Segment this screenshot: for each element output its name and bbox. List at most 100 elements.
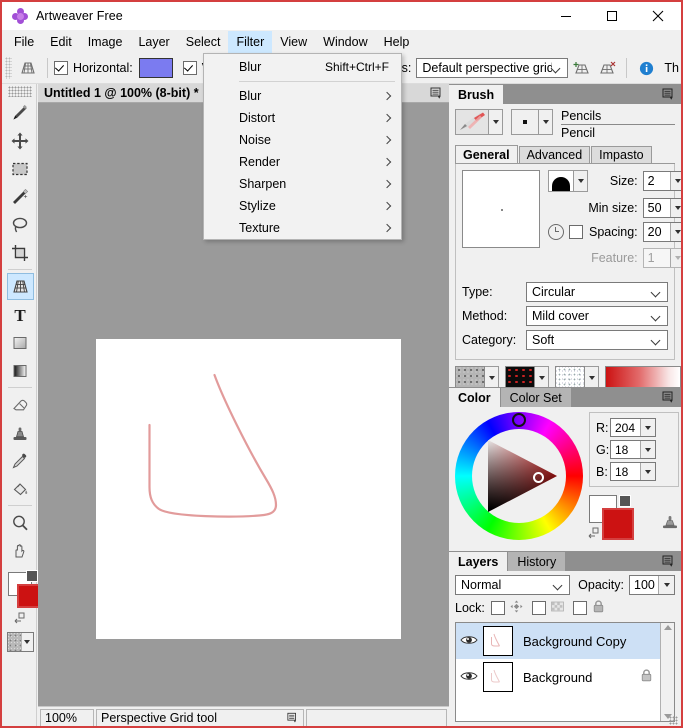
size-input[interactable]: 2	[642, 171, 681, 191]
layer-visibility-icon[interactable]	[460, 670, 478, 684]
presets-select[interactable]: Default perspective grid	[416, 58, 569, 78]
layer-list[interactable]: Background Copy Background	[455, 622, 675, 722]
paint-bucket-tool[interactable]	[7, 475, 34, 502]
tab-color[interactable]: Color	[449, 388, 500, 407]
tool-palette-grip[interactable]	[8, 86, 32, 97]
brush-shape-selector[interactable]	[548, 170, 588, 192]
panel-menu-icon[interactable]	[430, 87, 444, 100]
tab-brush[interactable]: Brush	[449, 85, 504, 104]
horizontal-option[interactable]: Horizontal:	[54, 58, 173, 78]
green-input[interactable]: 18	[610, 440, 656, 459]
lock-transparency-toggle[interactable]	[490, 601, 505, 615]
menu-layer[interactable]: Layer	[130, 31, 177, 53]
horizontal-checkbox[interactable]	[54, 61, 68, 75]
menu-help[interactable]: Help	[376, 31, 418, 53]
red-input[interactable]: 204	[610, 418, 656, 437]
menu-item-noise[interactable]: Noise	[204, 129, 401, 151]
opacity-stepper[interactable]	[658, 576, 674, 594]
tab-advanced[interactable]: Advanced	[518, 146, 591, 163]
swap-colors-icon[interactable]	[587, 527, 601, 542]
panel-menu-icon[interactable]	[662, 88, 676, 101]
brush-variant-selector[interactable]	[511, 109, 553, 135]
eyedropper-tool[interactable]	[7, 447, 34, 474]
texture-swatch-selector[interactable]	[6, 632, 34, 652]
category-select[interactable]: Soft	[526, 330, 668, 350]
brush-preset-selector[interactable]	[455, 109, 503, 135]
panel-menu-icon[interactable]	[662, 555, 676, 568]
lasso-tool[interactable]	[7, 211, 34, 238]
min-size-stepper[interactable]	[669, 199, 681, 217]
menu-item-texture[interactable]: Texture	[204, 217, 401, 239]
eraser-tool[interactable]	[7, 391, 34, 418]
blue-stepper[interactable]	[640, 463, 655, 480]
move-tool[interactable]	[7, 127, 34, 154]
menu-filter[interactable]: Filter	[228, 30, 273, 53]
info-icon[interactable]	[633, 56, 659, 80]
color-wheel[interactable]	[455, 412, 583, 540]
tab-history[interactable]: History	[508, 552, 566, 571]
panel-menu-icon[interactable]	[662, 391, 676, 404]
menu-item-render[interactable]: Render	[204, 151, 401, 173]
spacing-input[interactable]: 20	[642, 222, 681, 242]
panel-menu-icon[interactable]	[287, 712, 299, 727]
blue-input[interactable]: 18	[610, 462, 656, 481]
magic-wand-tool[interactable]	[7, 183, 34, 210]
brush-shape-dropdown[interactable]	[574, 170, 588, 192]
close-icon[interactable]	[635, 2, 681, 30]
layer-list-scrollbar[interactable]	[660, 623, 674, 721]
lock-pixels-toggle[interactable]	[531, 601, 546, 615]
menu-item-stylize[interactable]: Stylize	[204, 195, 401, 217]
delete-grid-icon[interactable]	[594, 56, 620, 80]
table-row[interactable]: Background Copy	[456, 623, 660, 659]
minimize-icon[interactable]	[543, 2, 589, 30]
shape-tool[interactable]	[7, 329, 34, 356]
menu-item-blur[interactable]: Blur	[204, 85, 401, 107]
foreground-color-swatch[interactable]	[602, 508, 634, 540]
brush-tool[interactable]	[7, 99, 34, 126]
red-stepper[interactable]	[640, 419, 655, 436]
scroll-up-icon[interactable]	[663, 625, 672, 630]
saturation-value-marker[interactable]	[533, 472, 544, 483]
alt-color-swatch[interactable]	[619, 495, 631, 507]
alt-color-swatch[interactable]	[26, 570, 38, 582]
hand-tool[interactable]	[7, 537, 34, 564]
gradient-tool[interactable]	[7, 357, 34, 384]
layer-visibility-icon[interactable]	[460, 634, 478, 648]
menu-item-blur-repeat[interactable]: Blur Shift+Ctrl+F	[204, 56, 401, 78]
zoom-tool[interactable]	[7, 509, 34, 536]
table-row[interactable]: Background	[456, 659, 660, 695]
menu-file[interactable]: File	[6, 31, 42, 53]
text-tool[interactable]: T	[7, 301, 34, 328]
opacity-input[interactable]: 100	[629, 575, 675, 595]
tab-layers[interactable]: Layers	[449, 552, 508, 571]
zoom-status[interactable]: 100%	[40, 708, 94, 726]
blend-mode-select[interactable]: Normal	[455, 575, 571, 595]
panel-resize-grip[interactable]	[669, 716, 678, 725]
crop-tool[interactable]	[7, 239, 34, 266]
min-size-input[interactable]: 50	[642, 198, 681, 218]
menu-edit[interactable]: Edit	[42, 31, 80, 53]
chevron-down-icon[interactable]	[20, 633, 33, 651]
menu-select[interactable]: Select	[178, 31, 229, 53]
add-grid-icon[interactable]	[568, 56, 594, 80]
green-stepper[interactable]	[640, 441, 655, 458]
clone-stamp-tool[interactable]	[7, 419, 34, 446]
lock-all-toggle[interactable]	[572, 601, 587, 615]
spacing-checkbox[interactable]	[569, 225, 583, 239]
horizontal-color-swatch[interactable]	[138, 58, 173, 78]
hue-marker[interactable]	[512, 413, 526, 427]
maximize-icon[interactable]	[589, 2, 635, 30]
menu-window[interactable]: Window	[315, 31, 375, 53]
menu-image[interactable]: Image	[80, 31, 131, 53]
menu-item-distort[interactable]: Distort	[204, 107, 401, 129]
menu-item-sharpen[interactable]: Sharpen	[204, 173, 401, 195]
toolbar-grip[interactable]	[5, 57, 12, 79]
tab-impasto[interactable]: Impasto	[591, 146, 652, 163]
brush-variant-dropdown[interactable]	[539, 109, 553, 135]
drawing-canvas[interactable]	[96, 339, 401, 639]
perspective-grid-icon[interactable]	[15, 56, 41, 80]
tab-general[interactable]: General	[455, 145, 518, 163]
menu-view[interactable]: View	[272, 31, 315, 53]
rectangular-marquee-tool[interactable]	[7, 155, 34, 182]
saturation-value-triangle[interactable]	[477, 434, 561, 518]
